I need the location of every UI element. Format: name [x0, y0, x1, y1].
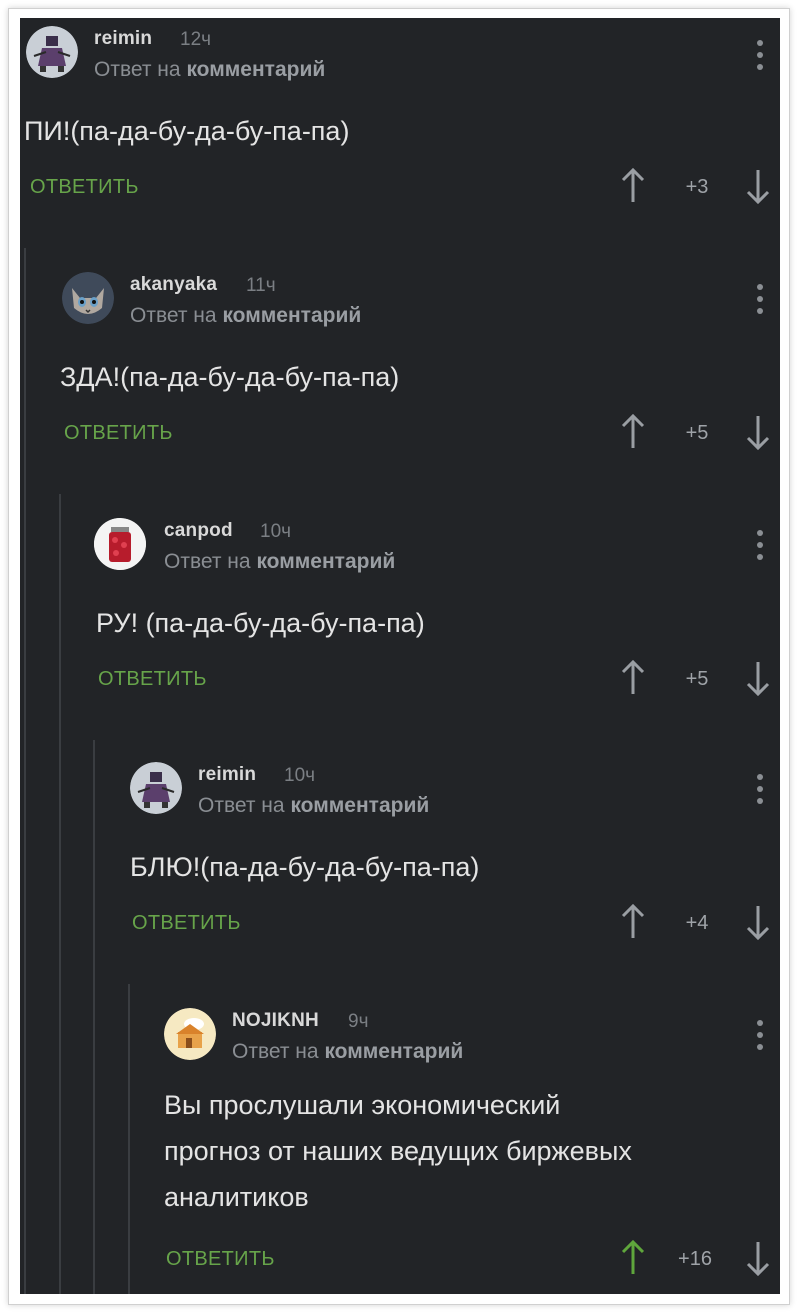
username[interactable]: akanyaka	[130, 274, 217, 296]
arrow-down-icon[interactable]	[745, 168, 771, 204]
thread-line	[93, 740, 95, 1294]
reply-to-label: Ответ на комментарий	[94, 58, 325, 82]
reply-prefix: Ответ на	[164, 550, 251, 573]
arrow-up-icon[interactable]	[620, 168, 646, 204]
reply-target-link[interactable]: комментарий	[256, 550, 395, 573]
reply-prefix: Ответ на	[94, 58, 181, 81]
thread-line	[128, 984, 130, 1294]
comment: canpod 10ч Ответ на комментарий РУ! (па-…	[90, 506, 780, 746]
comment-text-line: прогноз от наших ведущих биржевых	[164, 1136, 632, 1166]
comment-thread: reimin 12ч Ответ на комментарий ПИ!(па-д…	[20, 18, 780, 1294]
arrow-up-icon[interactable]	[620, 904, 646, 940]
avatar[interactable]	[62, 272, 114, 324]
comment-text: Вы прослушали экономический прогноз от н…	[164, 1082, 764, 1220]
avatar[interactable]	[164, 1008, 216, 1060]
username[interactable]: canpod	[164, 520, 233, 542]
comment: NOJIKNH 9ч Ответ на комментарий Вы просл…	[160, 996, 780, 1294]
arrow-down-icon[interactable]	[745, 414, 771, 450]
arrow-down-icon[interactable]	[745, 660, 771, 696]
reply-to-label: Ответ на комментарий	[164, 550, 395, 574]
timestamp: 12ч	[180, 29, 212, 50]
reply-to-label: Ответ на комментарий	[130, 304, 361, 328]
vote-score: +5	[685, 668, 709, 690]
comment-text: РУ! (па-да-бу-да-бу-па-па)	[96, 608, 425, 638]
kebab-menu-icon[interactable]	[755, 530, 765, 566]
reply-prefix: Ответ на	[198, 794, 285, 817]
vote-score: +4	[685, 912, 709, 934]
reply-target-link[interactable]: комментарий	[222, 304, 361, 327]
timestamp: 10ч	[284, 765, 316, 786]
vote-score: +3	[685, 176, 709, 198]
thread-line	[59, 494, 61, 1294]
reply-button[interactable]: ОТВЕТИТЬ	[64, 422, 173, 445]
timestamp: 10ч	[260, 521, 292, 542]
comment-text: ЗДА!(па-да-бу-да-бу-па-па)	[60, 362, 400, 392]
reply-button[interactable]: ОТВЕТИТЬ	[98, 668, 207, 691]
reply-button[interactable]: ОТВЕТИТЬ	[30, 176, 139, 199]
username[interactable]: reimin	[198, 764, 256, 786]
timestamp: 9ч	[348, 1011, 369, 1032]
timestamp: 11ч	[246, 275, 276, 296]
kebab-menu-icon[interactable]	[755, 774, 765, 810]
vote-score: +5	[685, 422, 709, 444]
comment-text-line: Вы прослушали экономический	[164, 1090, 561, 1120]
arrow-up-icon[interactable]	[620, 1240, 646, 1276]
vote-score: +16	[678, 1248, 712, 1270]
comment: reimin 12ч Ответ на комментарий ПИ!(па-д…	[20, 18, 780, 258]
avatar[interactable]	[26, 26, 78, 78]
kebab-menu-icon[interactable]	[755, 1020, 765, 1056]
username[interactable]: NOJIKNH	[232, 1010, 319, 1032]
avatar[interactable]	[130, 762, 182, 814]
reply-button[interactable]: ОТВЕТИТЬ	[132, 912, 241, 935]
comment-text-line: аналитиков	[164, 1182, 309, 1212]
reply-target-link[interactable]: комментарий	[186, 58, 325, 81]
comment-text: БЛЮ!(па-да-бу-да-бу-па-па)	[130, 852, 480, 882]
arrow-down-icon[interactable]	[745, 1240, 771, 1276]
arrow-up-icon[interactable]	[620, 660, 646, 696]
comment: akanyaka 11ч Ответ на комментарий ЗДА!(п…	[56, 260, 780, 500]
reply-prefix: Ответ на	[232, 1040, 319, 1063]
avatar[interactable]	[94, 518, 146, 570]
reply-to-label: Ответ на комментарий	[232, 1040, 463, 1064]
kebab-menu-icon[interactable]	[755, 284, 765, 320]
thread-line	[24, 248, 26, 1294]
reply-target-link[interactable]: комментарий	[324, 1040, 463, 1063]
reply-prefix: Ответ на	[130, 304, 217, 327]
reply-target-link[interactable]: комментарий	[290, 794, 429, 817]
arrow-down-icon[interactable]	[745, 904, 771, 940]
reply-to-label: Ответ на комментарий	[198, 794, 429, 818]
reply-button[interactable]: ОТВЕТИТЬ	[166, 1248, 275, 1271]
comment: reimin 10ч Ответ на комментарий БЛЮ!(па-…	[126, 750, 780, 990]
arrow-up-icon[interactable]	[620, 414, 646, 450]
username[interactable]: reimin	[94, 28, 152, 50]
kebab-menu-icon[interactable]	[755, 40, 765, 76]
comment-text: ПИ!(па-да-бу-да-бу-па-па)	[24, 116, 350, 146]
